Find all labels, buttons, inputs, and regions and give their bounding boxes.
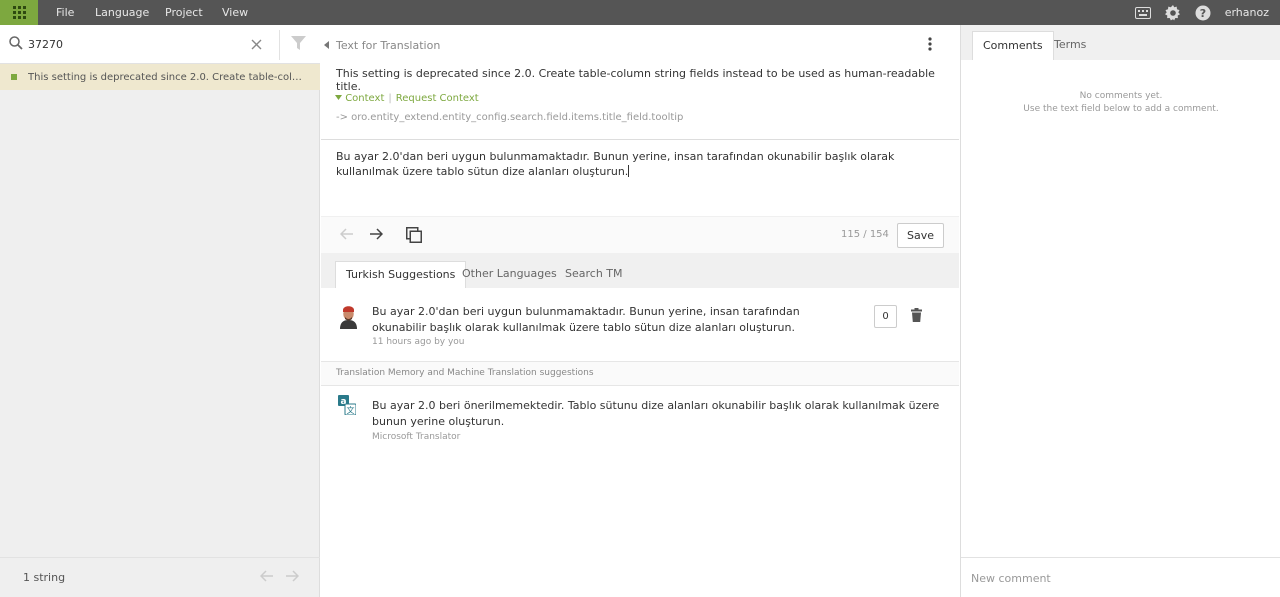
previous-page-icon[interactable] — [259, 570, 274, 585]
previous-string-icon[interactable] — [339, 228, 354, 243]
menu-view[interactable]: View — [222, 0, 248, 25]
mt-suggestion-item[interactable]: a 文 Bu ayar 2.0 beri önerilmemektedir. T… — [321, 386, 959, 456]
keyboard-icon[interactable] — [1134, 4, 1151, 21]
suggestion-text: Bu ayar 2.0'dan beri uygun bulunmamaktad… — [372, 305, 800, 334]
new-comment-input[interactable] — [971, 568, 1271, 588]
translation-textarea[interactable]: Bu ayar 2.0'dan beri uygun bulunmamaktad… — [336, 149, 936, 179]
vote-count[interactable]: 0 — [874, 305, 897, 328]
separator: | — [388, 93, 392, 104]
request-context-link[interactable]: Request Context — [396, 93, 479, 104]
collapse-left-icon[interactable] — [321, 25, 331, 65]
character-count: 115 / 154 — [841, 229, 889, 240]
empty-comments-line1: No comments yet. — [1079, 91, 1163, 101]
svg-text:文: 文 — [347, 405, 355, 415]
grid-icon — [12, 6, 26, 19]
empty-comments-line2: Use the text field below to add a commen… — [1023, 104, 1219, 114]
gear-icon[interactable] — [1164, 4, 1181, 21]
next-page-icon[interactable] — [285, 570, 300, 585]
suggestion-item: Bu ayar 2.0'dan beri uygun bulunmamaktad… — [321, 288, 959, 361]
tab-other-languages[interactable]: Other Languages — [452, 261, 567, 288]
context-toggle[interactable]: Context — [345, 93, 384, 104]
tab-terms[interactable]: Terms — [1044, 31, 1096, 60]
apps-grid-button[interactable] — [0, 0, 38, 25]
search-input[interactable] — [28, 34, 238, 54]
top-bar: File Language Project View ? erhanoz — [0, 0, 1280, 25]
text-cursor — [628, 165, 630, 177]
clear-search-icon[interactable] — [251, 39, 262, 53]
context-key: -> oro.entity_extend.entity_config.searc… — [336, 112, 684, 123]
suggestion-meta: 11 hours ago by you — [372, 337, 465, 347]
translation-text: Bu ayar 2.0'dan beri uygun bulunmamaktad… — [336, 150, 895, 178]
filter-icon[interactable] — [291, 36, 306, 54]
next-string-icon[interactable] — [369, 228, 384, 243]
source-text: This setting is deprecated since 2.0. Cr… — [336, 67, 935, 93]
help-icon[interactable]: ? — [1194, 4, 1211, 21]
string-list-item[interactable]: This setting is deprecated since 2.0. Cr… — [0, 64, 320, 90]
string-list-footer: 1 string — [0, 557, 320, 597]
suggestion-tabs: Turkish Suggestions Other Languages Sear… — [321, 253, 959, 288]
avatar — [336, 303, 361, 329]
string-count: 1 string — [23, 571, 66, 584]
search-icon — [9, 36, 23, 53]
comments-panel: Comments Terms No comments yet. Use the … — [960, 25, 1280, 597]
comments-tabs: Comments Terms — [961, 25, 1280, 60]
tm-section-title: Translation Memory and Machine Translati… — [336, 368, 594, 378]
tm-section-header: Translation Memory and Machine Translati… — [321, 361, 959, 386]
divider — [279, 30, 280, 60]
string-list-item-text: This setting is deprecated since 2.0. Cr… — [28, 71, 308, 83]
translated-status-dot — [11, 74, 17, 80]
tab-comments[interactable]: Comments — [972, 31, 1054, 60]
user-menu[interactable]: erhanoz — [1225, 0, 1269, 25]
editor-toolbar: 115 / 154 Save — [321, 216, 959, 253]
trash-icon[interactable] — [911, 308, 922, 325]
tab-turkish-suggestions[interactable]: Turkish Suggestions — [335, 261, 467, 288]
comment-box — [961, 557, 1280, 597]
source-label: Text for Translation — [336, 39, 441, 52]
more-options-icon[interactable] — [928, 37, 932, 54]
translator-icon: a 文 — [338, 395, 357, 418]
empty-comments-message: No comments yet. Use the text field belo… — [961, 90, 1280, 116]
save-button[interactable]: Save — [897, 223, 944, 248]
caret-down-icon — [335, 95, 342, 100]
editor-panel: Text for Translation This setting is dep… — [321, 25, 967, 597]
string-list-panel: This setting is deprecated since 2.0. Cr… — [0, 25, 320, 597]
search-bar — [0, 25, 320, 64]
context-row: Context | Request Context — [335, 93, 479, 104]
svg-text:?: ? — [1199, 7, 1205, 20]
divider — [321, 139, 959, 140]
copy-source-icon[interactable] — [406, 227, 422, 246]
mt-suggestion-text: Bu ayar 2.0 beri önerilmemektedir. Tablo… — [372, 399, 940, 428]
menu-file[interactable]: File — [56, 0, 74, 25]
tab-search-tm[interactable]: Search TM — [555, 261, 633, 288]
menu-language[interactable]: Language — [95, 0, 149, 25]
mt-source: Microsoft Translator — [372, 432, 461, 442]
menu-project[interactable]: Project — [165, 0, 203, 25]
